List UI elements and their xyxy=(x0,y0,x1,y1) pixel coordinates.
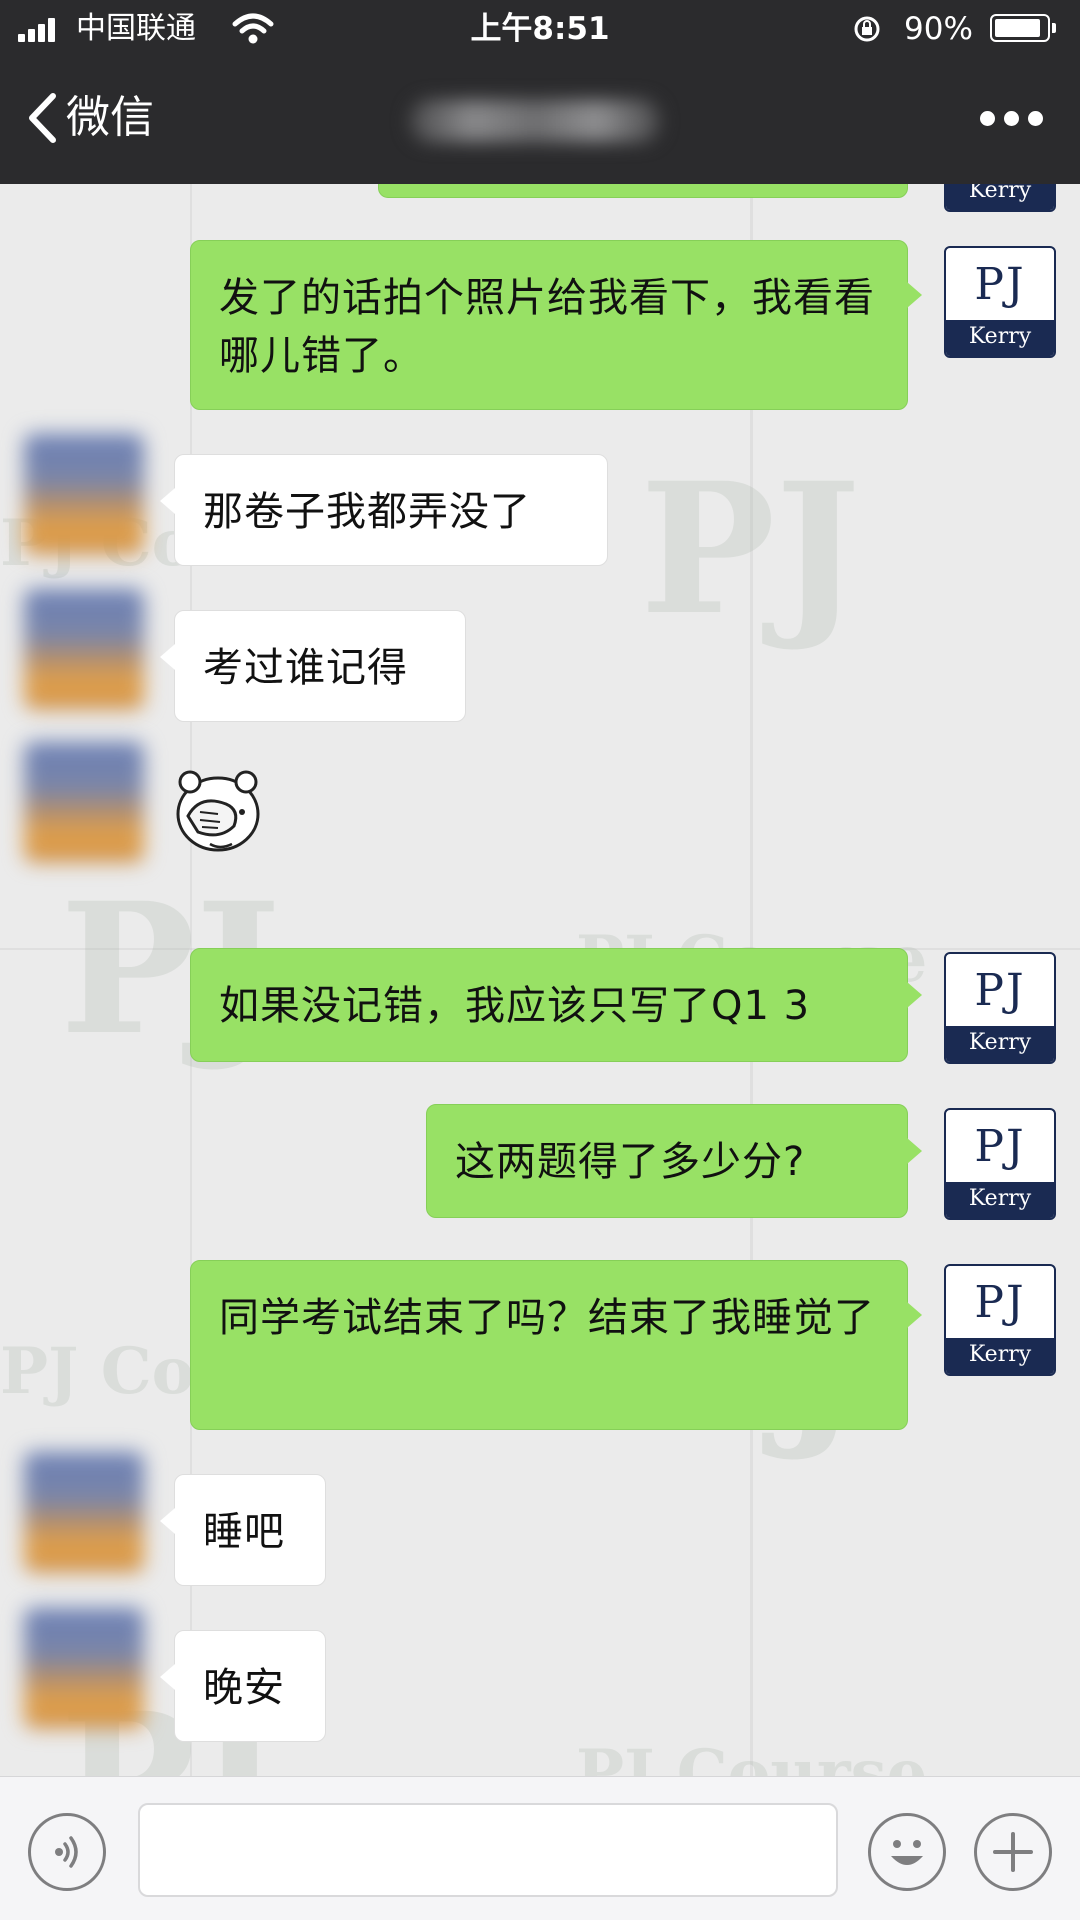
back-button[interactable]: 微信 xyxy=(26,88,154,148)
message-text: 这两题得了多少分? xyxy=(455,1139,806,1185)
message-list[interactable]: PJ Course PJ PJ PJ Course PJ Course PJ P… xyxy=(0,184,1080,1776)
watermark: PJ xyxy=(640,444,861,655)
avatar-contact[interactable] xyxy=(24,1452,144,1572)
chat-title-blurred xyxy=(410,100,660,142)
plus-button[interactable] xyxy=(974,1813,1052,1891)
avatar-me[interactable]: PJ Kerry xyxy=(944,1264,1056,1376)
avatar-me-partial[interactable]: PJ Kerry xyxy=(944,184,1056,212)
avatar-contact[interactable] xyxy=(24,434,144,554)
more-dots-icon[interactable] xyxy=(976,104,1046,134)
message-input[interactable] xyxy=(138,1803,838,1897)
top-bar: 中国联通 上午8:51 90% 微信 xyxy=(0,0,1080,184)
rotation-lock-icon xyxy=(854,16,880,42)
avatar-contact[interactable] xyxy=(24,589,144,709)
message-bubble-outgoing[interactable]: 发了的话拍个照片给我看下，我看看哪儿错了。 xyxy=(190,240,908,410)
wechat-chat-screen: 中国联通 上午8:51 90% 微信 PJ PJ PJ Course PJ Co… xyxy=(0,0,1080,1920)
battery-icon xyxy=(990,14,1056,42)
voice-icon xyxy=(55,1836,78,1868)
back-label: 微信 xyxy=(66,92,154,143)
input-bar xyxy=(0,1776,1080,1920)
battery-percent: 90% xyxy=(904,11,973,47)
message-bubble-outgoing[interactable]: 同学考试结束了吗？结束了我睡觉了 xyxy=(190,1260,908,1430)
avatar-me[interactable]: PJ Kerry xyxy=(944,246,1056,358)
voice-button[interactable] xyxy=(28,1813,106,1891)
emoji-button[interactable] xyxy=(868,1813,946,1891)
avatar-contact[interactable] xyxy=(24,742,144,862)
message-text: 那卷子我都弄没了 xyxy=(203,489,531,535)
facepalm-bear-sticker[interactable] xyxy=(170,764,266,856)
avatar-contact[interactable] xyxy=(24,1608,144,1728)
avatar-me[interactable]: PJ Kerry xyxy=(944,1108,1056,1220)
message-text: 睡吧 xyxy=(203,1509,285,1555)
watermark: PJ Course xyxy=(576,1736,928,1776)
message-bubble-incoming[interactable]: 睡吧 xyxy=(174,1474,326,1586)
avatar-me[interactable]: PJ Kerry xyxy=(944,952,1056,1064)
message-text: 同学考试结束了吗？结束了我睡觉了 xyxy=(219,1295,875,1341)
message-bubble-incoming[interactable]: 考过谁记得 xyxy=(174,610,466,722)
message-text: 发了的话拍个照片给我看下，我看看哪儿错了。 xyxy=(219,275,875,379)
emoji-icon xyxy=(891,1840,923,1865)
chevron-left-icon xyxy=(29,93,56,143)
message-bubble-incoming[interactable]: 那卷子我都弄没了 xyxy=(174,454,608,566)
plus-icon xyxy=(993,1832,1033,1872)
status-bar: 中国联通 上午8:51 90% xyxy=(0,0,1080,58)
message-bubble-incoming[interactable]: 晚安 xyxy=(174,1630,326,1742)
nav-bar: 微信 xyxy=(0,58,1080,184)
message-text: 如果没记错，我应该只写了Q1 3 xyxy=(219,983,811,1029)
message-bubble-outgoing[interactable]: 这两题得了多少分? xyxy=(426,1104,908,1218)
message-bubble-partial[interactable] xyxy=(378,184,908,198)
message-bubble-outgoing[interactable]: 如果没记错，我应该只写了Q1 3 xyxy=(190,948,908,1062)
message-text: 晚安 xyxy=(203,1665,285,1711)
message-text: 考过谁记得 xyxy=(203,645,408,691)
